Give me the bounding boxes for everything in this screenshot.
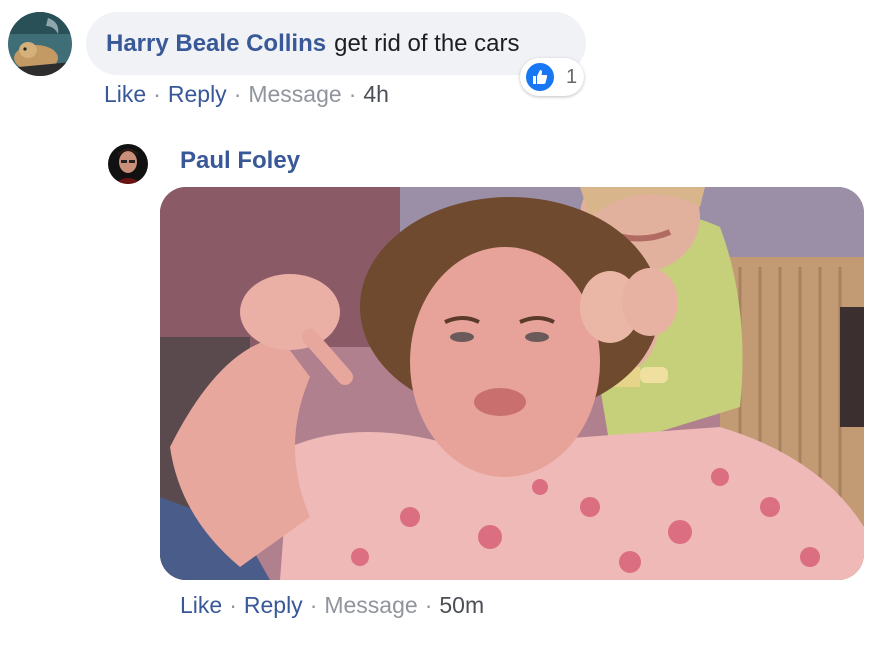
separator: · <box>229 592 237 618</box>
separator: · <box>153 81 161 107</box>
reply-link[interactable]: Reply <box>168 81 227 108</box>
timestamp[interactable]: 4h <box>363 81 389 108</box>
like-link[interactable]: Like <box>180 592 222 619</box>
thumbs-up-icon <box>524 61 556 93</box>
message-link[interactable]: Message <box>324 592 417 619</box>
timestamp[interactable]: 50m <box>439 592 484 619</box>
comment-author[interactable]: Harry Beale Collins <box>106 30 326 58</box>
comment-actions: Like · Reply · Message · 4h <box>104 81 389 108</box>
like-link[interactable]: Like <box>104 81 146 108</box>
separator: · <box>309 592 318 618</box>
reaction-summary[interactable]: 1 <box>520 58 584 96</box>
comment-bubble: Harry Beale Collins get rid of the cars <box>86 12 586 75</box>
reply-author[interactable]: Paul Foley <box>180 147 300 175</box>
gif-media[interactable] <box>160 187 864 580</box>
reaction-count: 1 <box>566 65 578 88</box>
comment-text: get rid of the cars <box>334 29 520 57</box>
separator: · <box>348 81 357 107</box>
reply-actions: Like · Reply · Message · 50m <box>180 592 484 619</box>
avatar[interactable] <box>8 12 72 76</box>
separator: · <box>424 592 433 618</box>
avatar[interactable] <box>108 144 148 184</box>
separator: · <box>233 81 242 107</box>
message-link[interactable]: Message <box>248 81 341 108</box>
comment-thread: Harry Beale Collins get rid of the cars … <box>0 0 884 650</box>
reply-link[interactable]: Reply <box>244 592 303 619</box>
